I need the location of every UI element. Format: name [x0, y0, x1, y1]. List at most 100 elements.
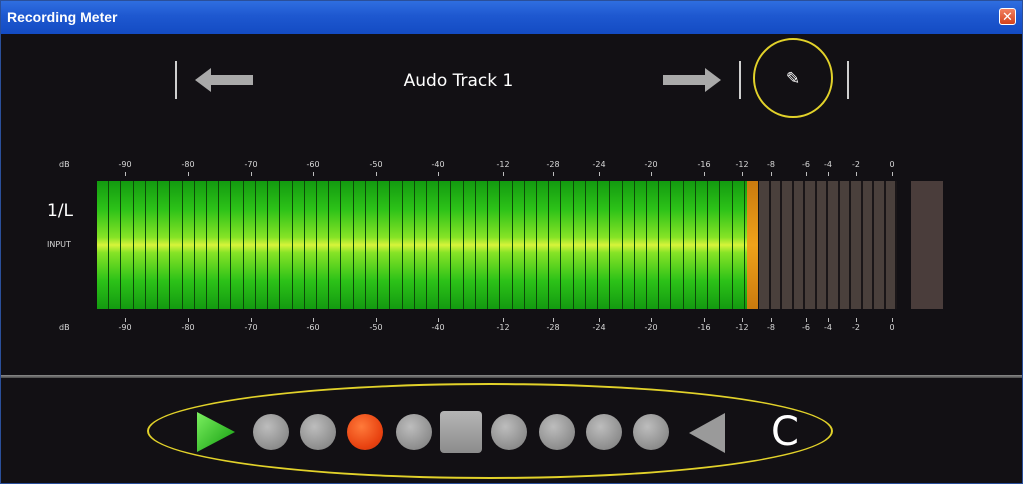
scale-tick-mark	[704, 172, 705, 176]
title-bar[interactable]: Recording Meter ✕	[1, 1, 1022, 34]
scale-tick-label: -40	[431, 323, 445, 332]
meter-segment-unlit	[839, 181, 851, 309]
meter-segment-unlit	[805, 181, 817, 309]
wrench-icon[interactable]: ✎	[781, 67, 805, 91]
meter-segment-lit	[353, 181, 366, 309]
scale-tick-label: -60	[306, 160, 320, 169]
scale-tick-label: -24	[592, 160, 606, 169]
meter-segment-unlit	[828, 181, 840, 309]
scale-tick-label: -50	[369, 160, 383, 169]
scale-tick-label: -8	[767, 323, 775, 332]
meter-segment-lit	[304, 181, 317, 309]
meter-segment-unlit	[851, 181, 863, 309]
meter-segment-lit	[671, 181, 684, 309]
meter-segment-lit	[647, 181, 660, 309]
scale-tick-mark	[376, 318, 377, 322]
scale-tick-label: -28	[546, 323, 560, 332]
recording-meter-window: Recording Meter ✕ Audo Track 1 ✎ dB -90-…	[0, 0, 1023, 484]
meter-segment-unlit	[885, 181, 897, 309]
meter-segment-lit	[622, 181, 635, 309]
meter-segment-unlit	[770, 181, 782, 309]
scale-tick-mark	[856, 318, 857, 322]
meter-segment-lit	[255, 181, 269, 309]
scale-tick-mark	[599, 318, 600, 322]
meter-segment-lit	[451, 181, 464, 309]
scale-tick-mark	[438, 172, 439, 176]
scale-tick-mark	[438, 318, 439, 322]
transport-button-9[interactable]	[633, 414, 669, 450]
meter-segment-lit	[402, 181, 415, 309]
window-title: Recording Meter	[7, 9, 118, 25]
scale-tick-mark	[651, 318, 652, 322]
scale-tick-label: 0	[889, 160, 895, 169]
close-button[interactable]: ✕	[999, 8, 1016, 25]
meter-segment-lit	[585, 181, 599, 309]
channel-c-button[interactable]: C	[771, 410, 799, 454]
scale-tick-label: -28	[546, 160, 560, 169]
meter-segment-lit	[732, 181, 745, 309]
meter-segment-lit	[390, 181, 403, 309]
scale-tick-mark	[651, 172, 652, 176]
scale-tick-label: -2	[852, 323, 860, 332]
meter-segment-lit	[207, 181, 220, 309]
meter-segment-lit	[219, 181, 232, 309]
scale-tick-label: -12	[496, 160, 510, 169]
meter-segment-lit	[610, 181, 623, 309]
transport-button-1[interactable]	[253, 414, 289, 450]
channel-label: 1/L	[47, 201, 74, 221]
meter-segment-unlit	[862, 181, 874, 309]
scale-tick-mark	[771, 172, 772, 176]
scale-bottom: -90 -80 -70 -60 -50 -40 -12 -28 -24 -20 -16 -12 -8 -6…	[1, 318, 1022, 341]
scale-tick-mark	[125, 172, 126, 176]
play-icon[interactable]	[195, 410, 237, 454]
scale-top: -90 -80 -70 -60 -50 -40 -12 -28 -24 -20 -16 -12 -8 -6…	[1, 160, 1022, 178]
separator-left	[175, 61, 177, 99]
scale-tick-label: -40	[431, 160, 445, 169]
clip-indicator	[911, 181, 943, 309]
stop-button[interactable]	[440, 411, 482, 453]
meter-segment-lit	[194, 181, 207, 309]
transport-button-4[interactable]	[396, 414, 432, 450]
scale-tick-mark	[251, 318, 252, 322]
arrow-left-icon[interactable]	[195, 67, 255, 93]
scale-tick-label: -16	[697, 323, 711, 332]
arrow-right-icon[interactable]	[661, 67, 721, 93]
scale-tick-label: -90	[118, 160, 132, 169]
scale-tick-label: -6	[802, 160, 810, 169]
transport-button-8[interactable]	[586, 414, 622, 450]
triangle-left-icon[interactable]	[687, 411, 727, 455]
meter-segment-lit	[561, 181, 574, 309]
scale-tick-mark	[828, 318, 829, 322]
meter-segment-lit	[720, 181, 733, 309]
scale-tick-mark	[313, 318, 314, 322]
transport-button-7[interactable]	[539, 414, 575, 450]
scale-tick-label: -24	[592, 323, 606, 332]
meter-segment-lit	[500, 181, 513, 309]
meter-segment-unlit	[874, 181, 886, 309]
meter-segment-lit	[475, 181, 489, 309]
scale-tick-label: -70	[244, 323, 258, 332]
meter-segment-lit	[488, 181, 501, 309]
record-button[interactable]	[347, 414, 383, 450]
meter-segment-lit	[463, 181, 476, 309]
meter-segment-lit	[231, 181, 244, 309]
scale-tick-mark	[742, 318, 743, 322]
meter-segment-lit	[121, 181, 134, 309]
meter-segment-lit	[683, 181, 696, 309]
scale-tick-label: -60	[306, 323, 320, 332]
separator-right	[847, 61, 849, 99]
scale-tick-label: -12	[735, 323, 749, 332]
meter-peak-segment	[747, 181, 758, 309]
transport-button-2[interactable]	[300, 414, 336, 450]
transport-button-6[interactable]	[491, 414, 527, 450]
scale-tick-label: -20	[644, 160, 658, 169]
track-name: Audo Track 1	[403, 71, 514, 91]
scale-tick-mark	[376, 172, 377, 176]
scale-tick-mark	[806, 172, 807, 176]
meter-segment-lit	[378, 181, 391, 309]
meter-segment-lit	[439, 181, 452, 309]
scale-tick-label: -90	[118, 323, 132, 332]
meter-segment-lit	[182, 181, 195, 309]
scale-tick-mark	[553, 318, 554, 322]
scale-tick-mark	[503, 172, 504, 176]
